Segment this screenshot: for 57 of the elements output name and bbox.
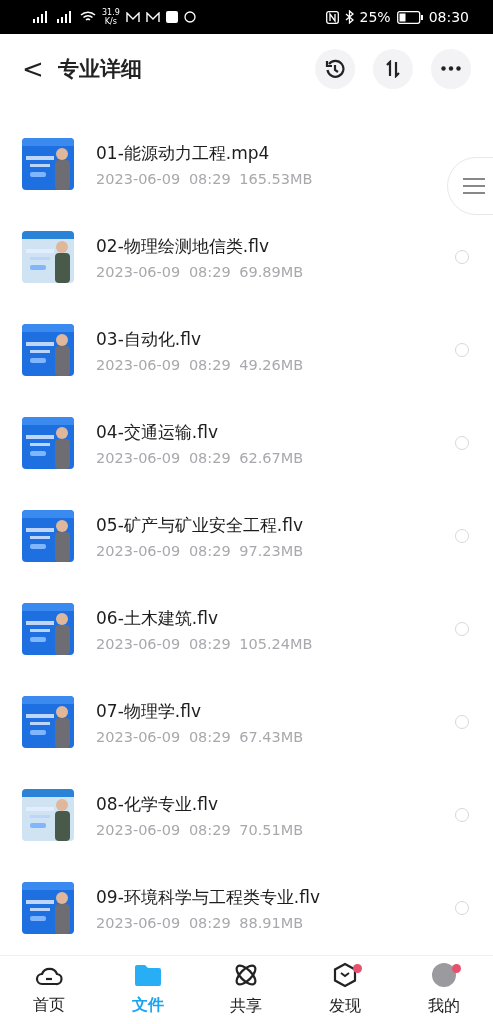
file-name[interactable]: 08-化学专业.flv (96, 792, 455, 816)
sort-button[interactable] (373, 49, 413, 89)
file-name[interactable]: 01-能源动力工程.mp4 (96, 141, 455, 165)
select-radio[interactable] (455, 250, 469, 265)
wifi-icon (80, 11, 96, 23)
history-button[interactable] (315, 49, 355, 89)
file-meta: 2023-06-09 08:29 49.26MB (96, 356, 305, 373)
file-name[interactable]: 09-环境科学与工程类专业.flv (96, 885, 455, 909)
page-title: 专业详细 (58, 56, 143, 83)
clock: 08:30 (428, 9, 469, 25)
folder-icon (133, 963, 162, 988)
select-radio[interactable] (455, 343, 469, 358)
app-icon (165, 11, 178, 23)
battery-percent: 25% (359, 9, 391, 25)
file-meta: 2023-06-09 08:29 67.43MB (96, 728, 305, 745)
more-button[interactable] (431, 49, 471, 89)
loading-icon (183, 11, 196, 23)
mail-icon (145, 11, 160, 23)
back-button[interactable]: < (22, 54, 58, 84)
avatar-icon (430, 962, 457, 989)
more-icon (441, 66, 461, 72)
file-meta: 2023-06-09 08:29 105.24MB (96, 635, 314, 652)
mail-icon (125, 11, 140, 23)
hexagon-icon (332, 962, 359, 989)
speed-value: 31.9 (102, 8, 120, 17)
select-radio[interactable] (455, 436, 469, 451)
bluetooth-icon (344, 10, 354, 24)
nav-tab[interactable]: 发现 (295, 955, 395, 1024)
signal-icon (32, 11, 50, 23)
file-name[interactable]: 04-交通运输.flv (96, 420, 455, 444)
select-radio[interactable] (455, 622, 469, 637)
floating-menu-button[interactable] (447, 157, 493, 215)
file-meta: 2023-06-09 08:29 62.67MB (96, 449, 305, 466)
nav-tab[interactable]: 共享 (197, 955, 296, 1024)
select-radio[interactable] (455, 715, 469, 730)
select-radio[interactable] (455, 529, 469, 544)
battery-icon (396, 10, 423, 24)
file-meta: 2023-06-09 08:29 70.51MB (96, 821, 305, 838)
menu-icon (462, 177, 486, 195)
file-name[interactable]: 05-矿产与矿业安全工程.flv (96, 513, 455, 537)
select-radio[interactable] (455, 901, 469, 916)
file-name[interactable]: 06-土木建筑.flv (96, 606, 455, 630)
nfc-icon (325, 10, 339, 24)
nav-tab[interactable]: 我的 (394, 955, 493, 1024)
file-meta: 2023-06-09 08:29 97.23MB (96, 542, 305, 559)
file-meta: 2023-06-09 08:29 88.91MB (96, 914, 305, 931)
select-radio[interactable] (455, 808, 469, 823)
signal-icon (56, 11, 74, 23)
file-meta: 2023-06-09 08:29 69.89MB (96, 263, 305, 280)
speed-unit: K/s (104, 17, 117, 26)
file-name[interactable]: 03-自动化.flv (96, 327, 455, 351)
file-name[interactable]: 02-物理绘测地信类.flv (96, 234, 455, 258)
nav-tab[interactable]: 首页 (0, 955, 99, 1024)
file-meta: 2023-06-09 08:29 165.53MB (96, 170, 314, 187)
sort-icon (384, 60, 402, 78)
history-icon (325, 59, 345, 79)
file-name[interactable]: 07-物理学.flv (96, 699, 455, 723)
